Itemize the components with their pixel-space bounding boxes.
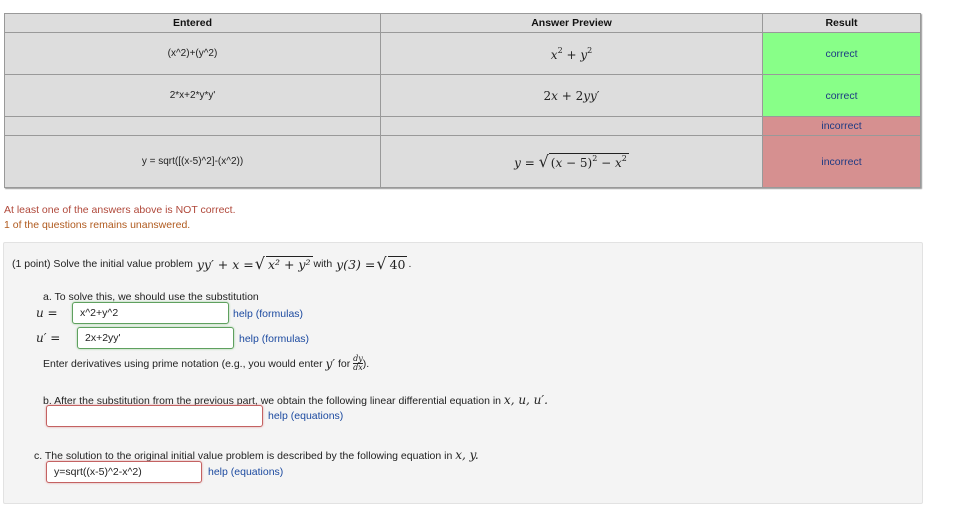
u-input[interactable] <box>72 302 229 324</box>
part-b-vars: x, u, u′. <box>503 393 548 407</box>
help-formulas-link-u[interactable]: help (formulas) <box>233 308 303 320</box>
table-row: incorrect <box>4 116 921 136</box>
note-end: ). <box>362 357 370 370</box>
initial-radical: √ 40 <box>376 254 408 273</box>
help-equations-link-c[interactable]: help (equations) <box>208 466 283 478</box>
table-row: 2*x+2*y*y' 2x + 2yy′ correct <box>4 74 921 117</box>
initial-lhs: y(3) = <box>336 256 376 272</box>
with-text: with <box>313 258 333 270</box>
derivative-note: Enter derivatives using prime notation (… <box>43 355 369 372</box>
result-cell-correct: correct <box>762 32 921 75</box>
table-row: (x^2)+(y^2) x2 + y2 correct <box>4 32 921 75</box>
help-formulas-link-uprime[interactable]: help (formulas) <box>239 333 309 345</box>
unanswered-message: 1 of the questions remains unanswered. <box>4 219 191 231</box>
result-cell-correct: correct <box>762 74 921 117</box>
dy-dx-fraction: dy dx <box>353 355 363 372</box>
entered-cell: y = sqrt([(x-5)^2]-(x^2)) <box>4 135 381 188</box>
equation-radical: √ x² + y² <box>254 254 313 273</box>
preview-cell: 2x + 2yy′ <box>380 74 763 117</box>
problem-intro: (1 point) Solve the initial value proble… <box>12 258 193 270</box>
sqrt-icon: √ <box>254 254 265 273</box>
results-table: Entered Answer Preview Result (x^2)+(y^2… <box>4 13 921 188</box>
not-correct-message: At least one of the answers above is NOT… <box>4 204 236 216</box>
problem-box: (1 point) Solve the initial value proble… <box>3 242 923 504</box>
preview-cell: y = √ (x − 5)2 − x2 <box>380 135 763 188</box>
header-entered: Entered <box>4 13 381 33</box>
header-answer-preview: Answer Preview <box>380 13 763 33</box>
table-row: y = sqrt([(x-5)^2]-(x^2)) y = √ (x − 5)2 … <box>4 135 921 188</box>
header-result: Result <box>762 13 921 33</box>
result-cell-incorrect: incorrect <box>762 116 921 136</box>
u-label: u = <box>36 306 58 320</box>
part-c-input[interactable] <box>46 461 202 483</box>
preview-cell: x2 + y2 <box>380 32 763 75</box>
note-text: Enter derivatives using prime notation (… <box>43 357 323 370</box>
equation-lhs: yy′ + x = <box>196 256 254 272</box>
uprime-label: u′ = <box>36 331 61 345</box>
part-c-text: c. The solution to the original initial … <box>34 448 479 462</box>
part-b-input[interactable] <box>46 405 263 427</box>
period: . <box>408 258 412 270</box>
entered-cell: (x^2)+(y^2) <box>4 32 381 75</box>
help-equations-link-b[interactable]: help (equations) <box>268 410 343 422</box>
results-header-row: Entered Answer Preview Result <box>4 13 921 33</box>
note-for: for <box>337 357 351 370</box>
result-cell-incorrect: incorrect <box>762 135 921 188</box>
part-c-vars: x, y. <box>455 448 479 462</box>
problem-statement: (1 point) Solve the initial value proble… <box>12 256 411 272</box>
sqrt-icon: √ <box>538 152 549 172</box>
entered-cell <box>4 116 381 136</box>
uprime-input[interactable] <box>77 327 234 349</box>
preview-cell <box>380 116 763 136</box>
note-yprime: y′ <box>325 356 336 371</box>
entered-cell: 2*x+2*y*y' <box>4 74 381 117</box>
frac-den: dx <box>353 363 363 372</box>
sqrt-icon: √ <box>376 254 387 273</box>
